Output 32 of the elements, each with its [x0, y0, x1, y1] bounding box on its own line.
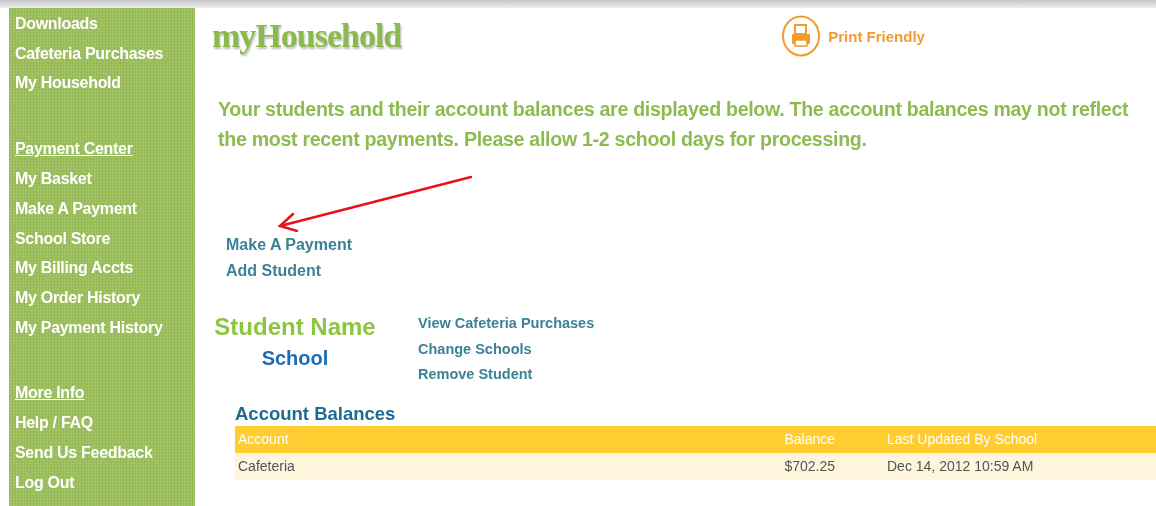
- action-link[interactable]: Make A Payment: [226, 232, 352, 258]
- printer-icon: [781, 15, 822, 57]
- sidebar-item[interactable]: School Store: [15, 223, 111, 254]
- page-title: myHousehold: [212, 17, 402, 55]
- column-header: Account: [237, 431, 290, 447]
- student-action-link[interactable]: View Cafeteria Purchases: [418, 311, 595, 337]
- student-name: Student Name: [214, 312, 376, 342]
- sidebar-item[interactable]: Cafeteria Purchases: [15, 38, 164, 69]
- sidebar-heading[interactable]: More Info: [15, 377, 85, 409]
- sidebar-item[interactable]: Downloads: [15, 9, 98, 39]
- sidebar-item[interactable]: Send Us Feedback: [15, 438, 153, 468]
- table-cell-text: Cafeteria: [237, 458, 296, 474]
- column-header: Balance: [783, 431, 835, 447]
- table-cell: Dec 14, 2012 10:59 AM: [887, 458, 1034, 474]
- print-link[interactable]: Print Friendly: [781, 15, 925, 57]
- sidebar-item[interactable]: My Household: [15, 68, 121, 99]
- sidebar-item[interactable]: My Basket: [15, 164, 92, 194]
- sidebar-item[interactable]: Help / FAQ: [15, 408, 93, 439]
- sidebar-item[interactable]: Log Out: [15, 467, 75, 498]
- section-title: Account Balances: [235, 401, 396, 426]
- action-link[interactable]: Add Student: [226, 258, 322, 284]
- sidebar-item[interactable]: My Payment History: [15, 312, 163, 343]
- sidebar-heading[interactable]: Payment Center: [15, 133, 133, 165]
- sidebar-item[interactable]: Make A Payment: [15, 193, 137, 224]
- student-action-link[interactable]: Change Schools: [418, 336, 532, 362]
- column-header: Last Updated By School: [887, 431, 1038, 447]
- sidebar-item[interactable]: My Order History: [15, 282, 140, 313]
- school-name: School: [261, 346, 329, 371]
- student-action-link[interactable]: Remove Student: [418, 362, 533, 388]
- table-cell-text: $702.25: [783, 458, 835, 474]
- notice-text: Your students and their account balances are displayed below. The account balances may not reflect the most recent payments. Please allow 1-2 school days for processing.: [218, 97, 1130, 152]
- sidebar-item[interactable]: My Billing Accts: [15, 253, 134, 283]
